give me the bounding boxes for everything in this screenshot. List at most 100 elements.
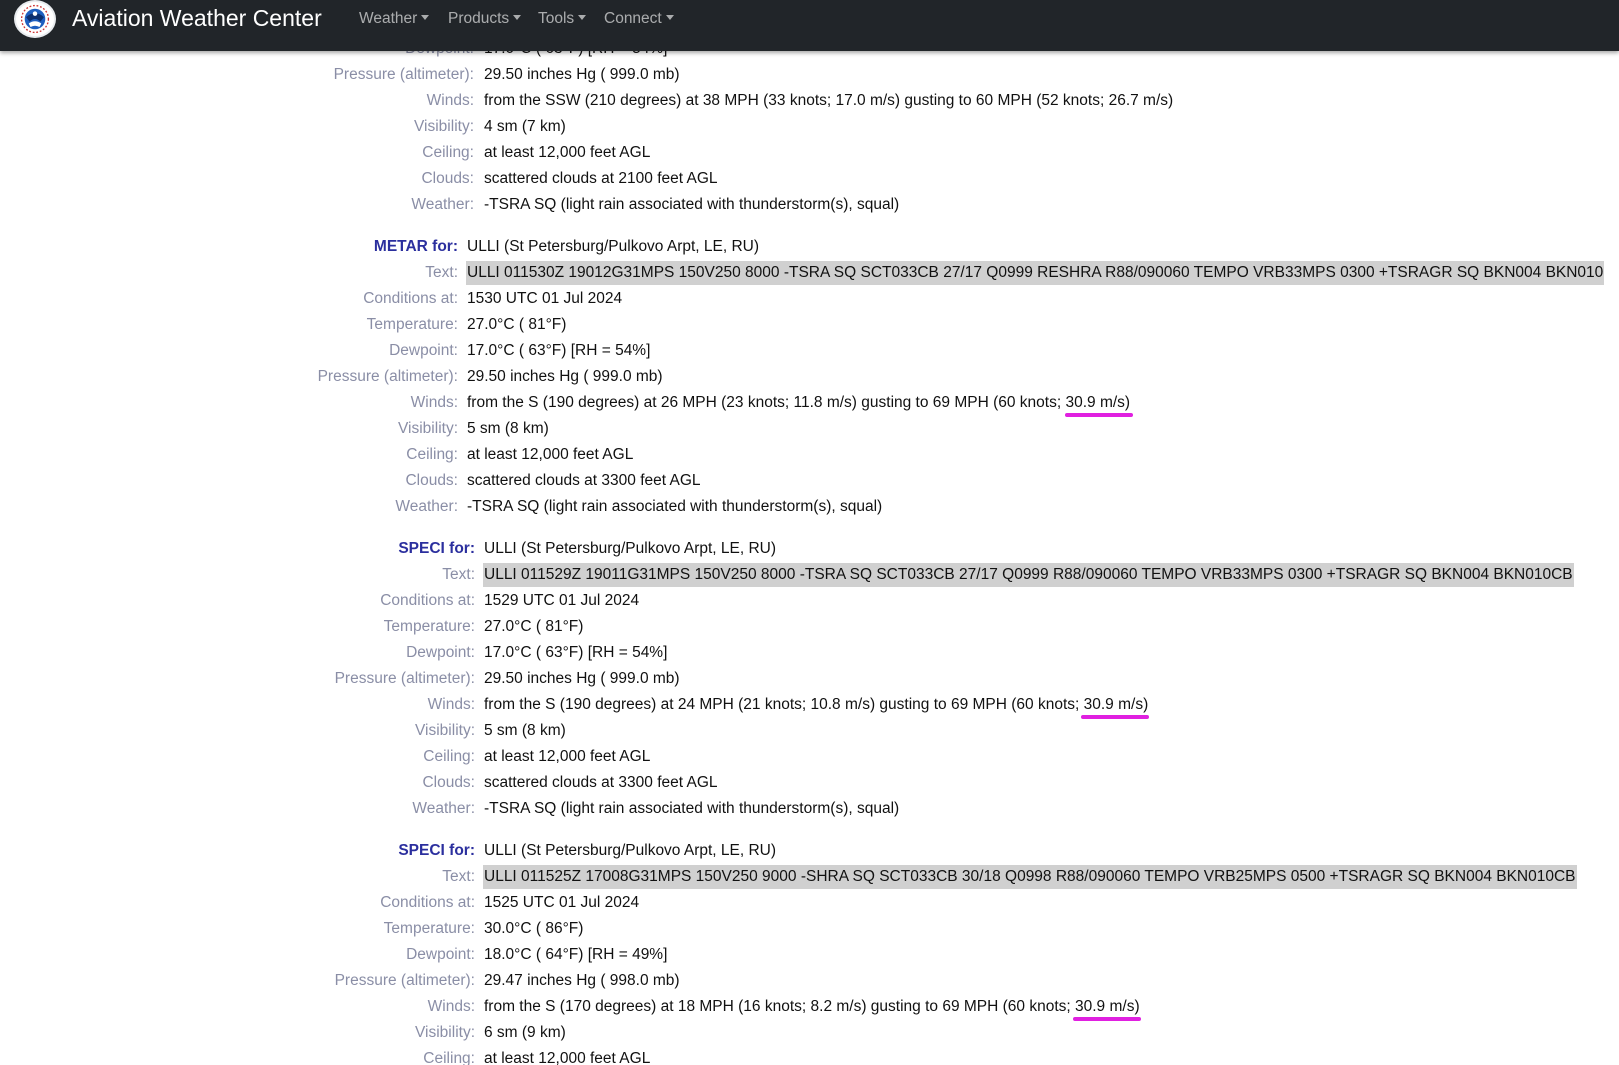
nav-products-label: Products	[448, 10, 510, 27]
winds-text: from the S (170 degrees) at 18 MPH (16 k…	[484, 998, 1075, 1015]
speci-header-row: SPECI for: ULLI (St Petersburg/Pulkovo A…	[0, 537, 1619, 561]
speci-header-row: SPECI for: ULLI (St Petersburg/Pulkovo A…	[0, 839, 1619, 863]
dewpoint-label: Dewpoint:	[406, 946, 475, 963]
pressure-value: 29.50 inches Hg ( 999.0 mb)	[484, 66, 680, 83]
noaa-nws-logo-icon[interactable]	[14, 0, 56, 38]
weather-value: -TSRA SQ (light rain associated with thu…	[467, 498, 883, 515]
weather-value: -TSRA SQ (light rain associated with thu…	[484, 196, 900, 213]
raw-speci-text[interactable]: ULLI 011529Z 19011G31MPS 150V250 8000 -T…	[483, 563, 1574, 587]
nav-connect-label: Connect	[604, 10, 662, 27]
conditions-label: Conditions at:	[380, 894, 475, 911]
clouds-value: scattered clouds at 3300 feet AGL	[467, 472, 701, 489]
pressure-label: Pressure (altimeter):	[333, 66, 474, 83]
clouds-label: Clouds:	[422, 774, 475, 791]
site-title[interactable]: Aviation Weather Center	[72, 5, 322, 32]
temperature-label: Temperature:	[383, 618, 475, 635]
ceiling-label: Ceiling:	[406, 446, 458, 463]
station-name: ULLI (St Petersburg/Pulkovo Arpt, LE, RU…	[484, 540, 777, 557]
temperature-label: Temperature:	[383, 920, 475, 937]
conditions-value: 1530 UTC 01 Jul 2024	[467, 290, 623, 307]
conditions-value: 1525 UTC 01 Jul 2024	[484, 894, 640, 911]
weather-label: Weather:	[411, 196, 474, 213]
raw-text-row: Text: ULLI 011529Z 19011G31MPS 150V250 8…	[0, 563, 1619, 587]
visibility-label: Visibility:	[414, 722, 475, 739]
raw-text-row: Text: ULLI 011530Z 19012G31MPS 150V250 8…	[0, 261, 1619, 285]
winds-text: from the S (190 degrees) at 24 MPH (21 k…	[484, 696, 1084, 713]
pressure-value: 29.50 inches Hg ( 999.0 mb)	[467, 368, 663, 385]
temperature-value: 27.0°C ( 81°F)	[467, 316, 567, 333]
conditions-row: Conditions at: 1529 UTC 01 Jul 2024	[0, 589, 1619, 613]
raw-speci-text[interactable]: ULLI 011525Z 17008G31MPS 150V250 9000 -S…	[483, 865, 1577, 889]
speci-for-label: SPECI for:	[398, 540, 475, 557]
visibility-label: Visibility:	[414, 1024, 475, 1041]
ceiling-label: Ceiling:	[423, 1050, 475, 1065]
dewpoint-row: Dewpoint: 18.0°C ( 64°F) [RH = 49%]	[0, 943, 1619, 967]
station-name: ULLI (St Petersburg/Pulkovo Arpt, LE, RU…	[484, 842, 777, 859]
partial-winds-row: Winds: from the SSW (210 degrees) at 38 …	[0, 89, 1619, 113]
pressure-row: Pressure (altimeter): 29.50 inches Hg ( …	[0, 365, 1619, 389]
metar-for-label: METAR for:	[373, 238, 458, 255]
visibility-value: 5 sm (8 km)	[484, 722, 566, 739]
temperature-value: 30.0°C ( 86°F)	[484, 920, 584, 937]
dewpoint-label: Dewpoint:	[406, 644, 475, 661]
partial-weather-row: Weather: -TSRA SQ (light rain associated…	[0, 193, 1619, 217]
nav-weather[interactable]: Weather	[359, 10, 430, 28]
chevron-down-icon	[665, 15, 674, 20]
winds-gust-ms: 30.9 m/s)	[1065, 394, 1131, 411]
clouds-label: Clouds:	[421, 170, 474, 187]
temperature-row: Temperature: 30.0°C ( 86°F)	[0, 917, 1619, 941]
ceiling-value: at least 12,000 feet AGL	[484, 1050, 651, 1065]
clouds-label: Clouds:	[405, 472, 458, 489]
pressure-row: Pressure (altimeter): 29.50 inches Hg ( …	[0, 667, 1619, 691]
winds-row: Winds: from the S (190 degrees) at 24 MP…	[0, 693, 1619, 717]
winds-value: from the SSW (210 degrees) at 38 MPH (33…	[484, 92, 1174, 109]
visibility-value: 5 sm (8 km)	[467, 420, 549, 437]
winds-row: Winds: from the S (170 degrees) at 18 MP…	[0, 995, 1619, 1019]
winds-label: Winds:	[410, 394, 458, 411]
nav-weather-label: Weather	[359, 10, 418, 27]
nav-connect[interactable]: Connect	[604, 10, 674, 28]
clouds-row: Clouds: scattered clouds at 3300 feet AG…	[0, 771, 1619, 795]
partial-ceiling-row: Ceiling: at least 12,000 feet AGL	[0, 141, 1619, 165]
winds-label: Winds:	[427, 696, 475, 713]
weather-row: Weather: -TSRA SQ (light rain associated…	[0, 495, 1619, 519]
visibility-label: Visibility:	[397, 420, 458, 437]
visibility-value: 6 sm (9 km)	[484, 1024, 566, 1041]
temperature-row: Temperature: 27.0°C ( 81°F)	[0, 313, 1619, 337]
winds-gust-ms: 30.9 m/s)	[1075, 998, 1140, 1015]
conditions-row: Conditions at: 1525 UTC 01 Jul 2024	[0, 891, 1619, 915]
raw-text-row: Text: ULLI 011525Z 17008G31MPS 150V250 9…	[0, 865, 1619, 889]
winds-gust-ms: 30.9 m/s)	[1083, 696, 1149, 713]
visibility-value: 4 sm (7 km)	[484, 118, 566, 135]
conditions-value: 1529 UTC 01 Jul 2024	[484, 592, 640, 609]
ceiling-row: Ceiling: at least 12,000 feet AGL	[0, 745, 1619, 769]
clouds-value: scattered clouds at 2100 feet AGL	[484, 170, 718, 187]
winds-label: Winds:	[426, 92, 474, 109]
winds-value: from the S (190 degrees) at 26 MPH (23 k…	[467, 391, 1130, 415]
ceiling-value: at least 12,000 feet AGL	[484, 144, 651, 161]
conditions-label: Conditions at:	[363, 290, 458, 307]
temperature-value: 27.0°C ( 81°F)	[484, 618, 584, 635]
raw-metar-text[interactable]: ULLI 011530Z 19012G31MPS 150V250 8000 -T…	[466, 261, 1605, 285]
nav-products[interactable]: Products	[448, 10, 522, 28]
dewpoint-label: Dewpoint:	[389, 342, 458, 359]
dewpoint-row: Dewpoint: 17.0°C ( 63°F) [RH = 54%]	[0, 641, 1619, 665]
clouds-value: scattered clouds at 3300 feet AGL	[484, 774, 718, 791]
pressure-value: 29.47 inches Hg ( 998.0 mb)	[484, 972, 680, 989]
ceiling-value: at least 12,000 feet AGL	[467, 446, 634, 463]
chevron-down-icon	[421, 15, 430, 20]
winds-text: from the S (190 degrees) at 26 MPH (23 k…	[467, 394, 1066, 411]
chevron-down-icon	[578, 15, 587, 20]
dewpoint-row: Dewpoint: 17.0°C ( 63°F) [RH = 54%]	[0, 339, 1619, 363]
partial-pressure-row: Pressure (altimeter): 29.50 inches Hg ( …	[0, 63, 1619, 87]
winds-value: from the S (170 degrees) at 18 MPH (16 k…	[484, 995, 1140, 1019]
pressure-label: Pressure (altimeter):	[317, 368, 458, 385]
pressure-label: Pressure (altimeter):	[334, 670, 475, 687]
ceiling-label: Ceiling:	[423, 748, 475, 765]
visibility-row: Visibility: 6 sm (9 km)	[0, 1021, 1619, 1045]
nav-tools[interactable]: Tools	[538, 10, 587, 28]
pressure-label: Pressure (altimeter):	[334, 972, 475, 989]
pressure-row: Pressure (altimeter): 29.47 inches Hg ( …	[0, 969, 1619, 993]
metar-header-row: METAR for: ULLI (St Petersburg/Pulkovo A…	[0, 235, 1619, 259]
dewpoint-value: 18.0°C ( 64°F) [RH = 49%]	[484, 946, 668, 963]
